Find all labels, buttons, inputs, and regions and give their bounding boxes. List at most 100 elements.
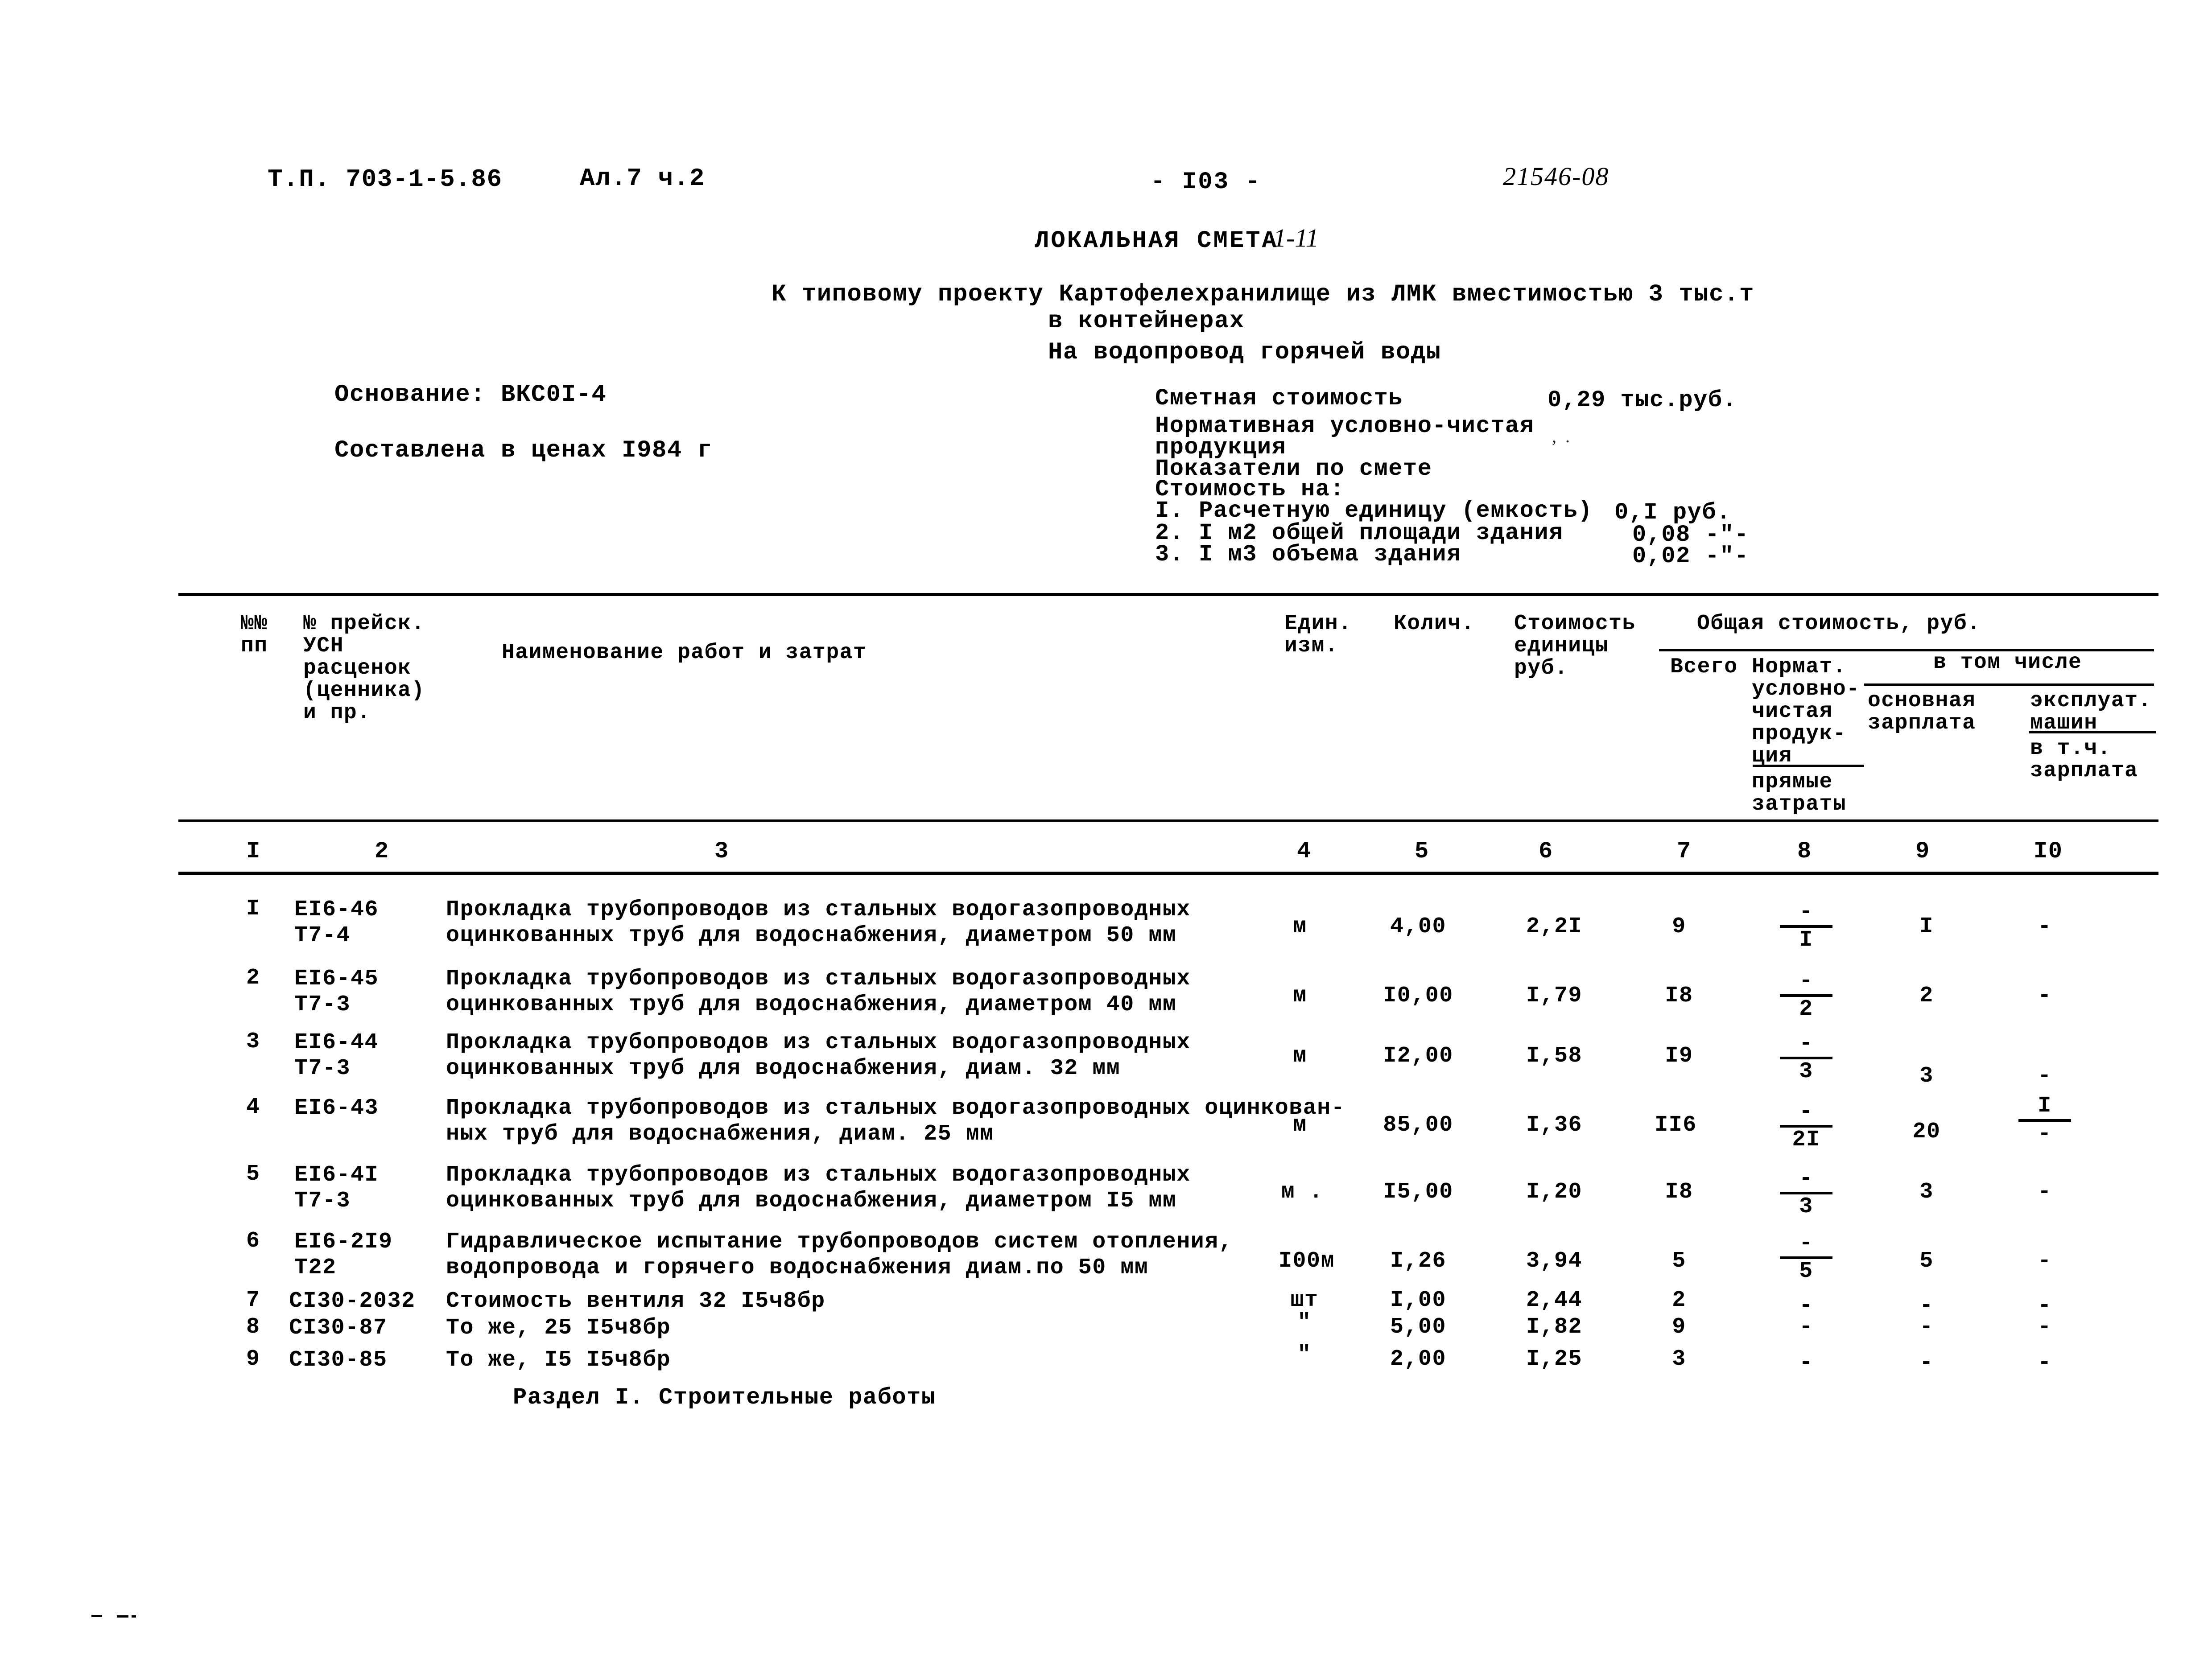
row-unit-cost: I,36 <box>1526 1112 1583 1138</box>
row-code: ЕI6-45 <box>294 966 379 992</box>
row-unit-cost: 2,2I <box>1526 914 1583 939</box>
row-unit: м . <box>1281 1179 1324 1205</box>
row-code: ЕI6-2I9 <box>294 1229 393 1255</box>
row-qty: I,26 <box>1390 1248 1447 1274</box>
row-total: I8 <box>1665 1179 1693 1205</box>
row-unit: " <box>1297 1310 1312 1335</box>
col-header-total: Всего <box>1670 655 1738 679</box>
row-code: СI30-85 <box>289 1347 388 1373</box>
row-total: 5 <box>1672 1248 1686 1274</box>
summary-row-volume-label: 3. I м3 объема здания <box>1155 541 1461 568</box>
row-unit: м <box>1293 914 1307 939</box>
col-header-qty: Колич. <box>1394 612 1475 636</box>
row-desc2: ных труб для водоснабжения, диам. 25 мм <box>446 1121 994 1147</box>
table-row: 4 <box>246 1095 260 1120</box>
row-total: II6 <box>1655 1112 1697 1138</box>
row-basewage: 3 <box>1919 1179 1934 1205</box>
row-machines-num: I <box>2038 1093 2052 1119</box>
row-code: СI30-87 <box>289 1315 388 1341</box>
document-number: 21546-08 <box>1503 162 1609 191</box>
estimate-number: 1-11 <box>1273 223 1319 252</box>
row-machines: - <box>2038 1063 2052 1089</box>
row-nucp-den: 3 <box>1799 1194 1813 1219</box>
row-qty: I0,00 <box>1383 983 1453 1009</box>
col-header-no: №№ пп <box>241 612 268 658</box>
row-machines: - <box>2038 1179 2052 1205</box>
col-header-basewage: основная зарплата <box>1868 689 1976 735</box>
col-header-unit: Един. изм. <box>1284 612 1352 658</box>
row-machines: - <box>2038 983 2052 1009</box>
col-header-included: в том числе <box>1933 650 2082 675</box>
table-row: 3 <box>246 1029 260 1054</box>
row-total: I9 <box>1665 1043 1693 1069</box>
colnum-10: I0 <box>2034 838 2063 865</box>
row-desc2: оцинкованных труб для водоснабжения, диа… <box>446 992 1177 1017</box>
row-desc1: То же, I5 I5ч8бр <box>446 1347 671 1373</box>
row-nucp-num: - <box>1799 899 1813 925</box>
colnum-7: 7 <box>1677 838 1692 865</box>
row-code2: Т7-3 <box>294 1056 351 1081</box>
row-basewage: - <box>1919 1314 1934 1340</box>
row-nucp-fraction: - 3 <box>1777 1032 1835 1083</box>
row-nucp-fraction: - 3 <box>1777 1167 1835 1218</box>
row-nucp-fraction: - 5 <box>1777 1232 1835 1283</box>
colnum-9: 9 <box>1915 838 1930 865</box>
table-row: 6 <box>246 1228 260 1254</box>
row-basewage: 2 <box>1919 983 1934 1009</box>
row-unit-cost: I,58 <box>1526 1043 1583 1069</box>
page-title: ЛОКАЛЬНАЯ СМЕТА <box>1035 227 1279 255</box>
row-unit: м <box>1293 1043 1307 1069</box>
included-group-rule <box>1864 683 2154 686</box>
row-nucp-num: - <box>1799 1031 1813 1056</box>
table-header-rule <box>178 819 2158 822</box>
row-qty: I5,00 <box>1383 1179 1453 1205</box>
section-label: Раздел I. Строительные работы <box>513 1384 936 1411</box>
row-unit-cost: 2,44 <box>1526 1288 1583 1313</box>
row-qty: 85,00 <box>1383 1112 1453 1138</box>
table-top-rule <box>178 593 2158 596</box>
table-row: 8 <box>246 1314 260 1340</box>
row-nucp-fraction: - 2I <box>1777 1100 1835 1151</box>
colnum-8: 8 <box>1797 838 1812 865</box>
table-row: 5 <box>246 1161 260 1187</box>
album-label: Ал.7 ч.2 <box>580 164 705 193</box>
row-nucp-den: 3 <box>1799 1059 1813 1084</box>
row-qty: 2,00 <box>1390 1346 1447 1372</box>
summary-row-cost-label: Сметная стоимость <box>1155 385 1403 412</box>
row-unit-cost: I,25 <box>1526 1346 1583 1372</box>
row-total: I8 <box>1665 983 1693 1009</box>
colnum-4: 4 <box>1297 838 1312 865</box>
row-unit: м <box>1293 983 1307 1009</box>
page-edge-mark-1 <box>91 1615 102 1617</box>
row-desc1: Гидравлическое испытание трубопроводов с… <box>446 1229 1233 1255</box>
row-desc1: Прокладка трубопроводов из стальных водо… <box>446 1030 1191 1055</box>
table-row: 9 <box>246 1346 260 1372</box>
row-code2: Т22 <box>294 1255 337 1280</box>
table-row: 7 <box>246 1288 260 1313</box>
colnum-5: 5 <box>1415 838 1429 865</box>
row-unit-cost: I,79 <box>1526 983 1583 1009</box>
row-desc2: водопровода и горячего водоснабжения диа… <box>446 1255 1149 1280</box>
row-nucp-num: - <box>1799 1099 1813 1124</box>
row-basewage: 5 <box>1919 1248 1934 1274</box>
col-header-machwage: в т.ч. зарплата <box>2030 737 2138 783</box>
col-header-total-group: Общая стоимость, руб. <box>1697 612 1981 636</box>
row-unit: м <box>1293 1112 1307 1138</box>
row-nucp: - <box>1799 1350 1813 1375</box>
colnum-1: I <box>246 838 261 865</box>
row-code: ЕI6-46 <box>294 897 379 922</box>
row-code: ЕI6-43 <box>294 1095 379 1121</box>
row-total: 9 <box>1672 914 1686 939</box>
row-desc1: Прокладка трубопроводов из стальных водо… <box>446 897 1191 922</box>
row-desc1: То же, 25 I5ч8бр <box>446 1315 671 1341</box>
row-desc1: Прокладка трубопроводов из стальных водо… <box>446 1162 1191 1188</box>
row-machines: - <box>2038 1248 2052 1274</box>
row-unit-cost: 3,94 <box>1526 1248 1583 1274</box>
row-qty: 4,00 <box>1390 914 1447 939</box>
project-description-line2: в контейнерах <box>1048 308 1245 335</box>
row-nucp-num: - <box>1799 1231 1813 1256</box>
faint-pencil-mark: , . <box>1552 426 1570 446</box>
row-qty: I2,00 <box>1383 1043 1453 1069</box>
row-code2: Т7-3 <box>294 992 351 1017</box>
table-row: I <box>246 896 260 922</box>
